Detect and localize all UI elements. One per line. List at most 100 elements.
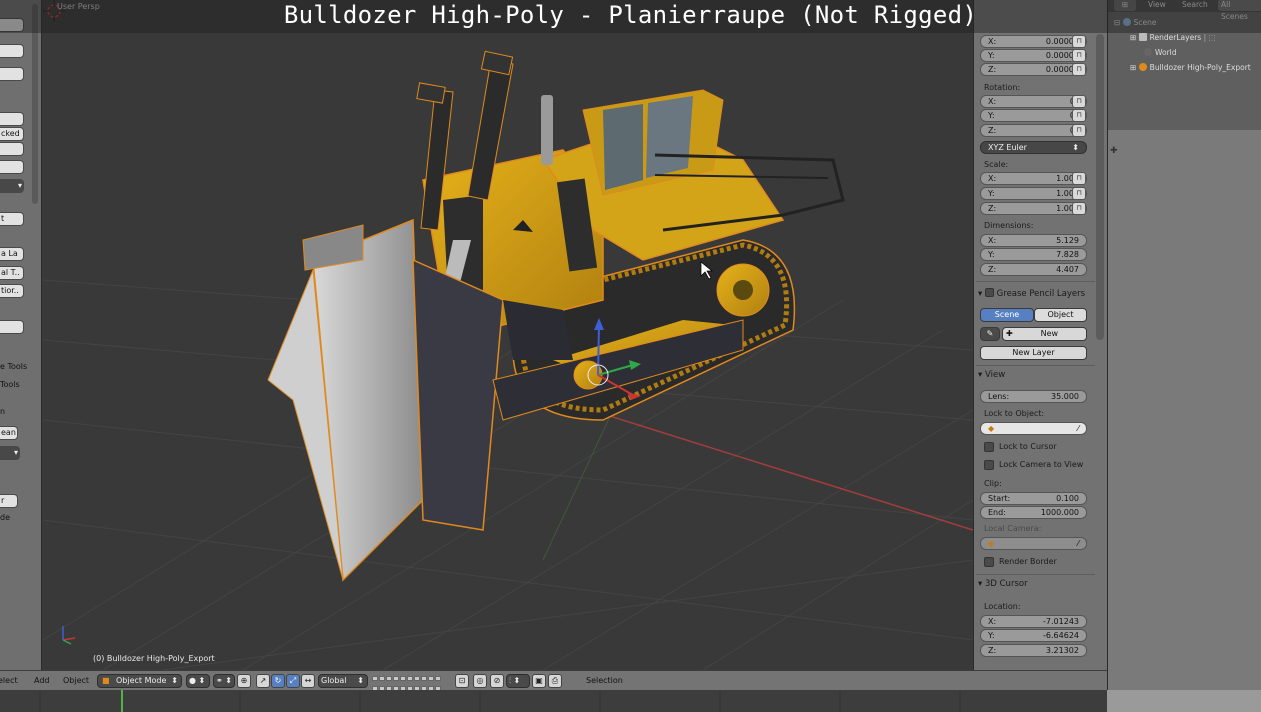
tool-dropdown[interactable]: ▾	[0, 179, 24, 193]
clip-end-field[interactable]: End: 1000.000	[980, 506, 1087, 519]
cursor-y-field[interactable]: Y: -6.64624	[980, 629, 1087, 642]
dimensions-y-field[interactable]: Y: 7.828	[980, 248, 1087, 261]
mode-dropdown[interactable]: ■ Object Mode ⬍	[97, 674, 182, 688]
add-icon[interactable]: ✚	[1110, 147, 1118, 156]
gp-new-button[interactable]: ✚ New	[1002, 327, 1087, 341]
rotate-icon[interactable]: ↻	[271, 674, 285, 688]
render-preview-icon[interactable]: ▣	[532, 674, 546, 688]
tool-button[interactable]	[0, 320, 24, 334]
timeline[interactable]	[0, 690, 1107, 712]
selection-label: Selection	[586, 676, 623, 685]
translate-icon[interactable]: ↗	[256, 674, 270, 688]
location-z-field[interactable]: Z: 0.00000	[980, 63, 1087, 76]
axis-gizmo	[62, 626, 76, 645]
outliner-item-bulldozer[interactable]: ⊞ Bulldozer High-Poly_Export	[1130, 63, 1251, 72]
transform-icon[interactable]: ↔	[301, 674, 315, 688]
divider	[976, 281, 1095, 282]
lock-icon[interactable]: ⊓	[1072, 202, 1086, 215]
menu-select[interactable]: elect	[0, 676, 18, 685]
lock-icon[interactable]: ⊓	[1072, 187, 1086, 200]
menu-object[interactable]: Object	[63, 676, 89, 685]
cursor-z-field[interactable]: Z: 3.21302	[980, 644, 1087, 657]
location-x-field[interactable]: X: 0.00000	[980, 35, 1087, 48]
local-camera-field[interactable]: ◆ ⁄	[980, 537, 1087, 550]
shading-dropdown[interactable]: ● ⬍	[186, 674, 210, 688]
orientation-dropdown[interactable]: Global ⬍	[318, 674, 368, 688]
scale-icon[interactable]: ⤢	[286, 674, 300, 688]
tool-button[interactable]	[0, 44, 24, 58]
lock-icon[interactable]: ⊓	[1072, 172, 1086, 185]
tool-button-r[interactable]: r	[0, 494, 18, 508]
timeline-playhead[interactable]	[121, 690, 123, 712]
tool-button-cked[interactable]: cked	[0, 127, 24, 141]
gp-new-layer-button[interactable]: New Layer	[980, 346, 1087, 360]
dimensions-z-field[interactable]: Z: 4.407	[980, 263, 1087, 276]
lock-to-object-field[interactable]: ◆ ⁄	[980, 422, 1087, 435]
tool-dropdown[interactable]: ▾	[0, 446, 20, 460]
lock-icon[interactable]: ⊓	[1072, 109, 1086, 122]
view-section-header[interactable]: ▾ View	[978, 370, 1005, 380]
cube-icon: ■	[102, 676, 110, 685]
lock-layers-icon[interactable]: ⊡	[455, 674, 469, 688]
scale-x-field[interactable]: X: 1.000	[980, 172, 1087, 185]
tool-button-al-t[interactable]: al T..	[0, 266, 24, 280]
tab-gp-scene[interactable]: Scene	[980, 308, 1034, 322]
tool-button-tior[interactable]: tior..	[0, 284, 24, 298]
location-y-field[interactable]: Y: 0.00000	[980, 49, 1087, 62]
lock-icon[interactable]: ⊓	[1072, 124, 1086, 137]
lock-to-cursor-checkbox[interactable]	[984, 442, 994, 452]
right-footer	[1107, 690, 1261, 712]
lock-camera-checkbox[interactable]	[984, 460, 994, 470]
pencil-icon[interactable]: ✎	[980, 327, 1000, 341]
render-border-checkbox[interactable]	[984, 557, 994, 567]
menu-add[interactable]: Add	[34, 676, 50, 685]
opengl-render-icon[interactable]: ⎙	[548, 674, 562, 688]
3d-viewport[interactable]: User Persp (0) Bulldozer High-Poly_Expor…	[43, 0, 973, 670]
lock-icon[interactable]: ⊓	[1072, 63, 1086, 76]
outliner-item-renderlayers[interactable]: ⊞ RenderLayers | ⬚	[1130, 33, 1216, 42]
timeline-ticks	[39, 690, 961, 712]
tool-button[interactable]	[0, 67, 24, 81]
rotation-y-field[interactable]: Y:0°	[980, 109, 1087, 122]
lock-camera-label: Lock Camera to View	[999, 460, 1084, 469]
dimensions-x-field[interactable]: X: 5.129	[980, 234, 1087, 247]
tool-button-t[interactable]: t	[0, 212, 24, 226]
clip-start-field[interactable]: Start: 0.100	[980, 492, 1087, 505]
outliner-item-world[interactable]: World	[1144, 48, 1177, 57]
manipulator-toggle-icon[interactable]: ⊕	[237, 674, 251, 688]
tool-button[interactable]	[0, 112, 24, 126]
snap-element-dropdown[interactable]: ⫶ ⬍	[506, 674, 530, 688]
tool-button[interactable]	[0, 160, 24, 174]
lock-icon[interactable]: ⊓	[1072, 35, 1086, 48]
proportional-edit-icon[interactable]: ◎	[473, 674, 487, 688]
grease-pencil-checkbox[interactable]	[984, 288, 994, 297]
cursor-x-field[interactable]: X: -7.01243	[980, 615, 1087, 628]
scale-y-field[interactable]: Y: 1.000	[980, 187, 1087, 200]
tool-tab-e-tools[interactable]: e Tools	[0, 362, 27, 371]
tool-shelf: cked ▾ t a La al T.. tior.. e Tools Tool…	[0, 0, 42, 670]
tool-button-a-la[interactable]: a La	[0, 247, 24, 261]
lens-field[interactable]: Lens: 35.000	[980, 390, 1087, 403]
toolshelf-scrollbar[interactable]	[32, 4, 38, 204]
tool-button-ean[interactable]: ean	[0, 426, 18, 440]
tool-button[interactable]	[0, 142, 24, 156]
tool-tab-tools[interactable]: Tools	[0, 380, 20, 389]
rotation-z-field[interactable]: Z:0°	[980, 124, 1087, 137]
grease-pencil-header[interactable]: ▾ Grease Pencil Layers	[978, 287, 1085, 299]
render-layers-icon	[1138, 33, 1147, 41]
tab-gp-object[interactable]: Object	[1034, 308, 1087, 322]
rotation-x-field[interactable]: X:0°	[980, 95, 1087, 108]
lock-icon[interactable]: ⊓	[1072, 49, 1086, 62]
pivot-dropdown[interactable]: ⚭ ⬍	[213, 674, 235, 688]
3d-cursor-section-header[interactable]: ▾ 3D Cursor	[978, 579, 1028, 589]
properties-scrollbar[interactable]	[1096, 34, 1104, 340]
snap-icon[interactable]: ⊘	[490, 674, 504, 688]
rotation-mode-dropdown[interactable]: XYZ Euler ⬍	[980, 141, 1087, 154]
tool-label-de: de	[0, 513, 10, 522]
layer-buttons[interactable]	[372, 675, 442, 691]
divider	[976, 365, 1095, 366]
lock-icon[interactable]: ⊓	[1072, 95, 1086, 108]
scale-z-field[interactable]: Z: 1.000	[980, 202, 1087, 215]
scale-label: Scale:	[984, 160, 1009, 169]
active-object-label: (0) Bulldozer High-Poly_Export	[93, 654, 215, 663]
